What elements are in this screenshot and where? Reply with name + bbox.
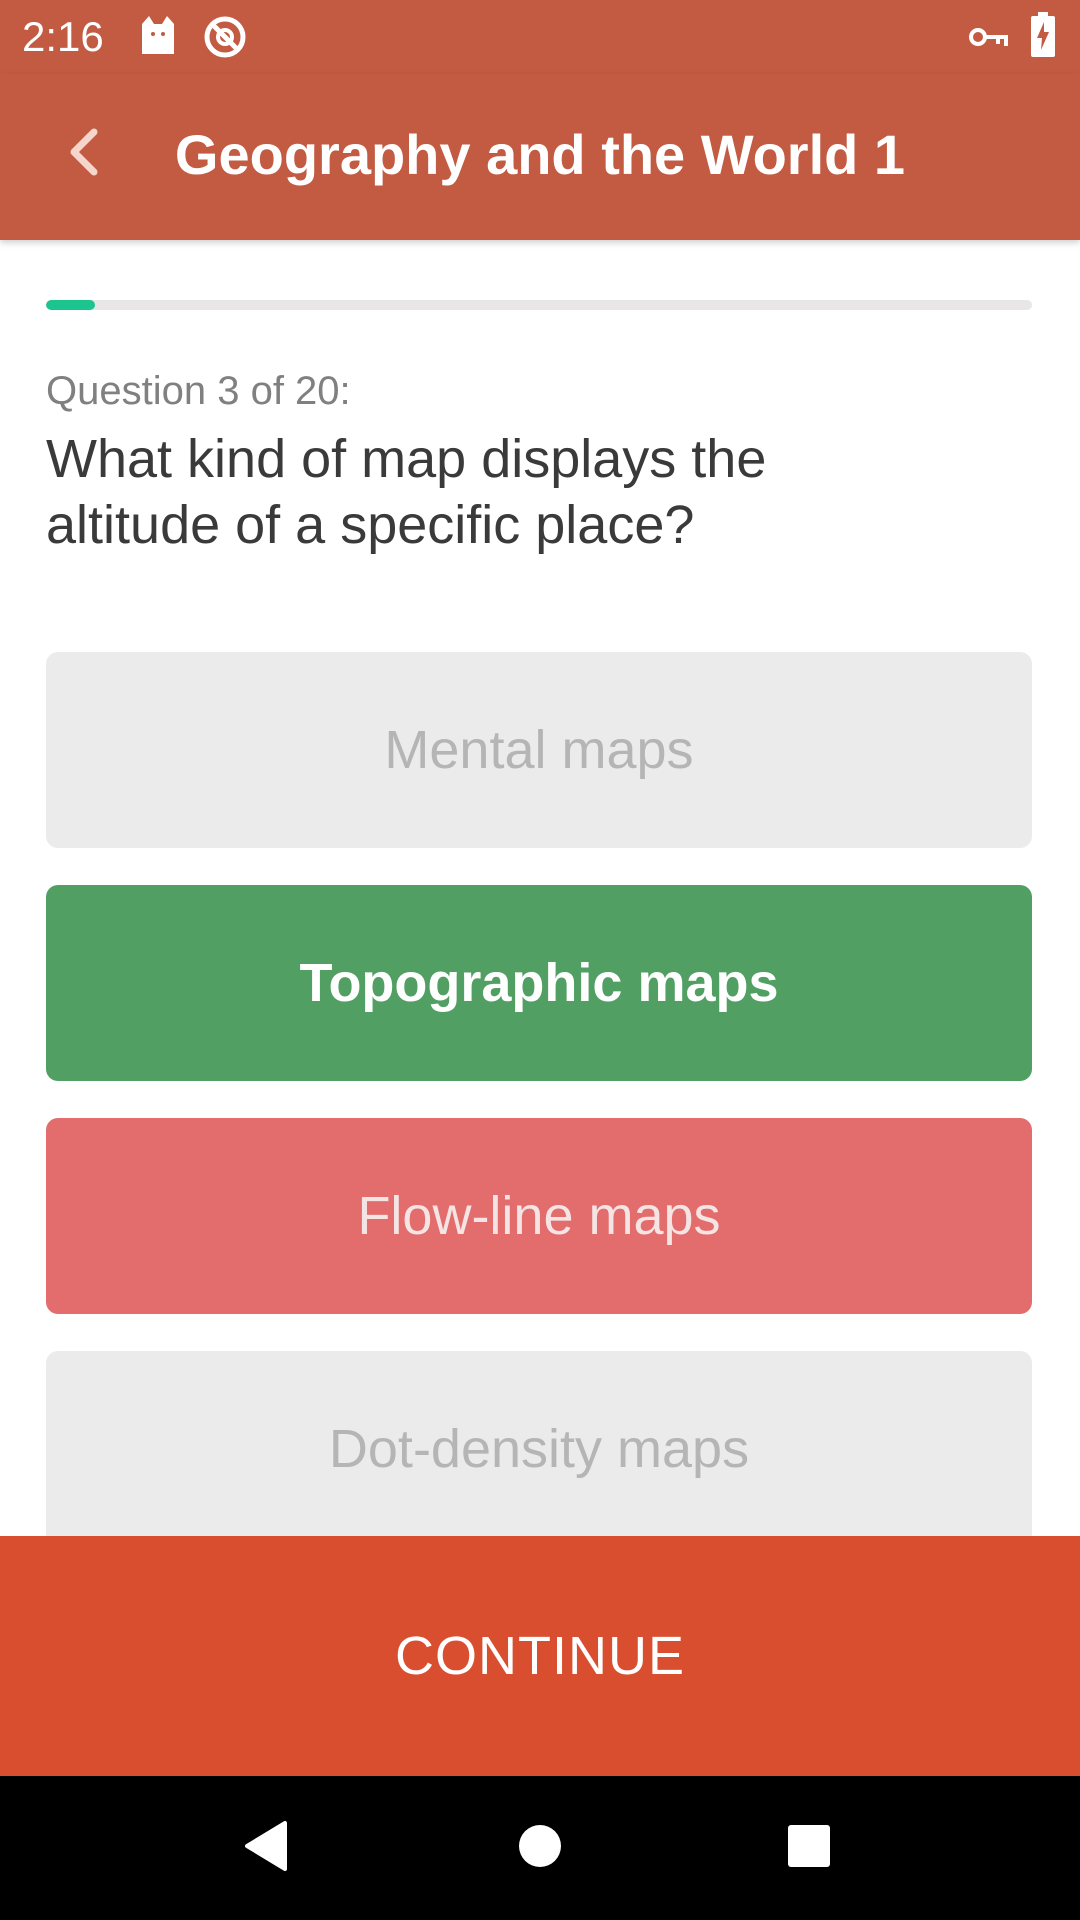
home-circle-icon — [517, 1823, 563, 1874]
quiz-progress-bar — [46, 300, 1032, 310]
continue-button[interactable]: CONTINUE — [0, 1536, 1080, 1776]
status-bar: 2:16 — [0, 0, 1080, 74]
question-counter: Question 3 of 20: — [46, 369, 351, 413]
nav-back-button[interactable] — [224, 1806, 308, 1890]
answer-label: Dot-density maps — [328, 1419, 750, 1479]
answer-option-dot-density-maps[interactable]: Dot-density maps — [46, 1351, 1032, 1547]
nav-recents-button[interactable] — [767, 1806, 851, 1890]
answer-option-mental-maps[interactable]: Mental maps — [46, 652, 1032, 848]
answer-label: Topographic maps — [299, 953, 779, 1013]
answer-option-topographic-maps[interactable]: Topographic maps — [46, 885, 1032, 1081]
app-bar: Geography and the World 1 — [0, 74, 1080, 240]
back-triangle-icon — [241, 1819, 291, 1878]
do-not-disturb-icon — [202, 14, 248, 65]
chevron-left-icon — [64, 126, 104, 183]
status-time: 2:16 — [22, 13, 104, 60]
battery-charging-icon — [1030, 12, 1056, 63]
page-title: Geography and the World 1 — [174, 123, 906, 186]
vpn-key-icon — [968, 20, 1010, 59]
system-nav-bar — [0, 1776, 1080, 1920]
recents-square-icon — [786, 1823, 832, 1874]
answer-label: Mental maps — [384, 720, 694, 780]
nav-home-button[interactable] — [498, 1806, 582, 1890]
back-button[interactable] — [44, 114, 124, 194]
quiz-screen: 2:16 Geography and the World 1 Question … — [0, 0, 1080, 1920]
answer-option-flow-line-maps[interactable]: Flow-line maps — [46, 1118, 1032, 1314]
answer-label: Flow-line maps — [357, 1186, 721, 1246]
cat-notification-icon — [136, 14, 180, 63]
question-text: What kind of map displays the altitude o… — [46, 429, 767, 555]
quiz-progress-fill — [46, 300, 96, 310]
